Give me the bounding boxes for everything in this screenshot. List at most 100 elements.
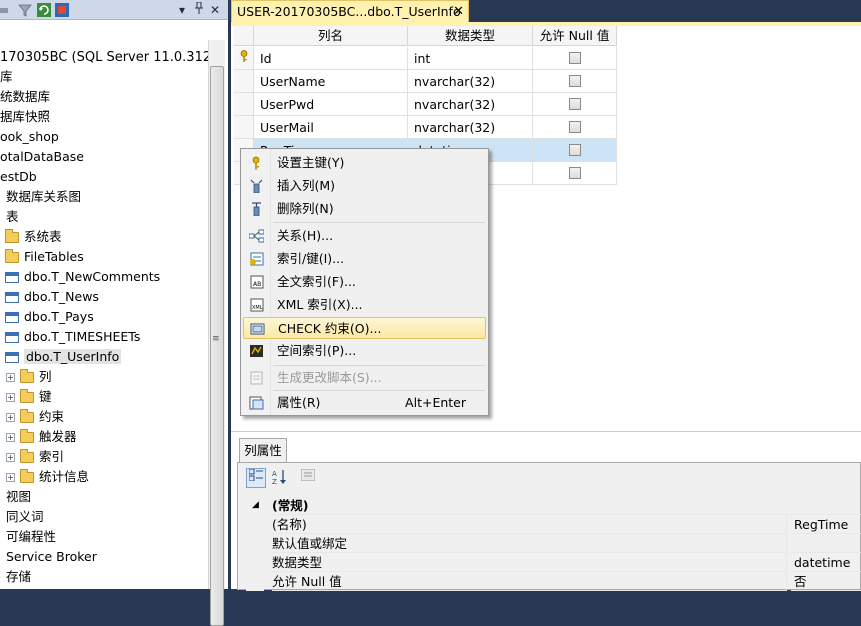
allow-null-checkbox[interactable]: [568, 98, 581, 110]
refresh-icon[interactable]: [37, 3, 51, 17]
property-pages-icon[interactable]: [298, 468, 318, 488]
menu-item-properties[interactable]: 属性(R) Alt+Enter: [243, 392, 486, 414]
tree-node-columns[interactable]: + 列: [6, 367, 52, 387]
row-selector[interactable]: [234, 47, 254, 70]
tree-node-database-snapshots[interactable]: 据库快照: [0, 107, 50, 127]
tree-node-filetables[interactable]: FileTables: [5, 247, 84, 267]
row-selector[interactable]: [234, 116, 254, 139]
tree-node-databases[interactable]: 库: [0, 67, 13, 87]
disconnect-icon[interactable]: [0, 3, 14, 17]
allow-null-checkbox[interactable]: [568, 121, 581, 133]
property-row[interactable]: 默认值或绑定: [246, 534, 861, 553]
cell-allow-null[interactable]: [533, 139, 617, 162]
allow-null-checkbox[interactable]: [568, 52, 581, 64]
menu-item-generate-script[interactable]: 生成更改脚本(S)...: [243, 367, 486, 389]
menu-item-check-constraints[interactable]: CHECK 约束(O)...: [243, 317, 486, 339]
allow-null-checkbox[interactable]: [568, 144, 581, 156]
property-value[interactable]: RegTime: [791, 515, 861, 534]
property-category-row[interactable]: ◢ (常规): [246, 496, 861, 515]
explorer-close-icon[interactable]: ✕: [208, 2, 222, 18]
menu-item-relationships[interactable]: 关系(H)...: [243, 225, 486, 247]
tree-node-constraints[interactable]: + 约束: [6, 407, 64, 427]
auto-hide-pin-icon[interactable]: [192, 1, 206, 18]
menu-item-set-primary-key[interactable]: 设置主键(Y): [243, 152, 486, 174]
cell-data-type[interactable]: nvarchar(32): [408, 70, 533, 93]
tree-node-system-tables[interactable]: 系统表: [5, 227, 62, 247]
menu-item-fulltext-index[interactable]: AB 全文索引(F)...: [243, 271, 486, 293]
cell-data-type[interactable]: int: [408, 47, 533, 70]
expand-icon[interactable]: +: [6, 433, 15, 442]
cell-column-name[interactable]: UserPwd: [254, 93, 408, 116]
tree-node-views[interactable]: 视图: [6, 487, 31, 507]
menu-item-insert-column[interactable]: 插入列(M): [243, 175, 486, 197]
property-row[interactable]: 数据类型 datetime: [246, 553, 861, 572]
cell-data-type[interactable]: nvarchar(32): [408, 116, 533, 139]
tree-node-table-userinfo[interactable]: dbo.T_UserInfo: [5, 347, 122, 367]
tree-node-service-broker[interactable]: Service Broker: [6, 547, 97, 567]
tree-node-statistics[interactable]: + 统计信息: [6, 467, 89, 487]
tree-node-indexes[interactable]: + 索引: [6, 447, 64, 467]
expand-icon[interactable]: +: [6, 413, 15, 422]
expand-icon[interactable]: +: [6, 453, 15, 462]
menu-separator: [273, 222, 485, 223]
row-selector[interactable]: [234, 70, 254, 93]
context-menu: 设置主键(Y) 插入列(M) 删除列(N) 关系(H)... 索引/键(I)..…: [240, 148, 489, 416]
tab-table-designer[interactable]: USER-20170305BC...dbo.T_UserInfo ✕: [231, 0, 469, 22]
property-row[interactable]: 允许 Null 值 否: [246, 572, 861, 591]
stop-icon[interactable]: [55, 3, 69, 17]
collapse-triangle-icon[interactable]: ◢: [252, 496, 259, 515]
cell-allow-null[interactable]: [533, 47, 617, 70]
allow-null-checkbox[interactable]: [568, 75, 581, 87]
tree-node-table-pays[interactable]: dbo.T_Pays: [5, 307, 94, 327]
tree-node-table-newcomments[interactable]: dbo.T_NewComments: [5, 267, 160, 287]
tree-node-table-news[interactable]: dbo.T_News: [5, 287, 99, 307]
row-selector[interactable]: [234, 93, 254, 116]
property-value[interactable]: [791, 534, 861, 553]
tree-node-testdb[interactable]: estDb: [0, 167, 37, 187]
cell-column-name[interactable]: UserMail: [254, 116, 408, 139]
window-position-icon[interactable]: ▾: [175, 2, 189, 18]
spatial-index-icon: [250, 345, 263, 357]
cell-column-name[interactable]: UserName: [254, 70, 408, 93]
menu-item-spatial-index[interactable]: 空间索引(P)...: [243, 340, 486, 362]
tree-node-programmability[interactable]: 可编程性: [6, 527, 56, 547]
tree-node-keys[interactable]: + 键: [6, 387, 52, 407]
tab-column-properties[interactable]: 列属性: [239, 438, 287, 462]
cell-allow-null[interactable]: [533, 93, 617, 116]
scrollbar-thumb[interactable]: [210, 66, 224, 626]
alphabetical-sort-icon[interactable]: AZ: [270, 468, 290, 488]
server-node[interactable]: 170305BC (SQL Server 11.0.3128 - s: [0, 49, 208, 67]
expand-icon[interactable]: +: [6, 393, 15, 402]
tree-node-table-timesheets[interactable]: dbo.T_TIMESHEETs: [5, 327, 140, 347]
menu-item-xml-index[interactable]: XML XML 索引(X)...: [243, 294, 486, 316]
allow-null-checkbox[interactable]: [568, 167, 581, 179]
expand-icon[interactable]: +: [6, 473, 15, 482]
tree-node-triggers[interactable]: + 触发器: [6, 427, 77, 447]
menu-item-indexes-keys[interactable]: 索引/键(I)...: [243, 248, 486, 270]
tree-node-diagrams[interactable]: 数据库关系图: [6, 187, 81, 207]
cell-allow-null[interactable]: [533, 70, 617, 93]
relationship-icon: [249, 229, 264, 243]
cell-column-name[interactable]: Id: [254, 47, 408, 70]
property-value[interactable]: 否: [791, 572, 861, 591]
cell-data-type[interactable]: nvarchar(32): [408, 93, 533, 116]
cell-allow-null[interactable]: [533, 162, 617, 185]
tree-node-totaldatabase[interactable]: otalDataBase: [0, 147, 84, 167]
expand-icon[interactable]: +: [6, 373, 15, 382]
explorer-toolbar: ▾ ✕: [0, 0, 228, 20]
tree-node-storage[interactable]: 存储: [6, 567, 31, 587]
property-value[interactable]: datetime: [791, 553, 861, 572]
tree-node-system-databases[interactable]: 统数据库: [0, 87, 50, 107]
tab-close-icon[interactable]: ✕: [453, 1, 464, 23]
menu-item-delete-column[interactable]: 删除列(N): [243, 198, 486, 220]
categorized-icon[interactable]: [246, 468, 266, 488]
svg-text:Z: Z: [272, 478, 277, 485]
tree-node-book-shop[interactable]: ook_shop: [0, 127, 59, 147]
explorer-scrollbar[interactable]: ≡: [208, 40, 225, 626]
tree-node-tables[interactable]: 表: [6, 207, 19, 227]
tree-node-synonyms[interactable]: 同义词: [6, 507, 44, 527]
property-row[interactable]: (名称) RegTime: [246, 515, 861, 534]
cell-allow-null[interactable]: [533, 116, 617, 139]
header-allow-null: 允许 Null 值: [533, 26, 617, 46]
filter-icon[interactable]: [18, 3, 32, 17]
